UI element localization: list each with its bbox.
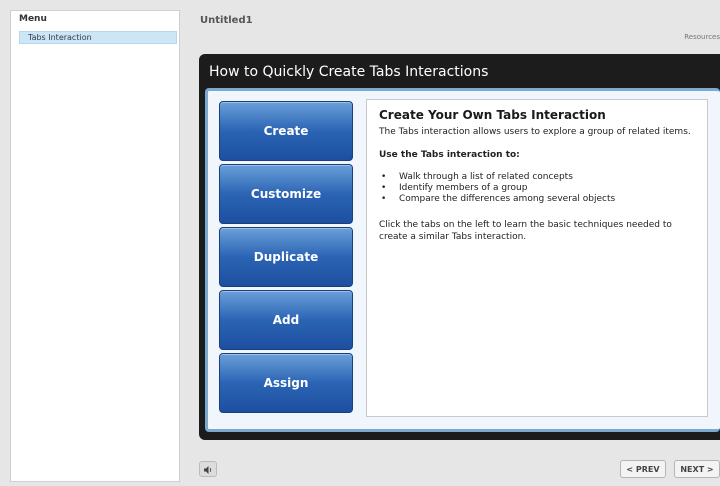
prev-button[interactable]: < PREV — [620, 460, 666, 478]
bullet-item: Walk through a list of related concepts — [379, 172, 695, 183]
tab-create[interactable]: Create — [219, 101, 353, 161]
content-subheading: Use the Tabs interaction to: — [379, 150, 520, 160]
course-title: Untitled1 — [200, 15, 253, 26]
speaker-icon — [203, 460, 213, 479]
tab-duplicate[interactable]: Duplicate — [219, 227, 353, 287]
resources-link[interactable]: Resources — [684, 33, 720, 41]
tab-assign[interactable]: Assign — [219, 353, 353, 413]
tab-customize[interactable]: Customize — [219, 164, 353, 224]
content-intro: The Tabs interaction allows users to exp… — [379, 127, 691, 137]
menu-header: Menu — [19, 14, 47, 24]
tab-add[interactable]: Add — [219, 290, 353, 350]
audio-button[interactable] — [199, 461, 217, 477]
slide-body: Create Customize Duplicate Add Assign Cr… — [205, 88, 720, 432]
content-footer: Click the tabs on the left to learn the … — [379, 220, 672, 242]
bullet-item: Compare the differences among several ob… — [379, 194, 695, 205]
content-heading: Create Your Own Tabs Interaction — [379, 108, 606, 122]
bullet-list: Walk through a list of related concepts … — [379, 172, 695, 205]
menu-sidebar: Menu Tabs Interaction — [10, 10, 180, 482]
next-button[interactable]: NEXT > — [674, 460, 720, 478]
bullet-item: Identify members of a group — [379, 183, 695, 194]
slide-title: How to Quickly Create Tabs Interactions — [209, 64, 489, 80]
tab-content-panel: Create Your Own Tabs Interaction The Tab… — [366, 99, 708, 417]
slide-container: How to Quickly Create Tabs Interactions … — [199, 54, 720, 440]
menu-item-tabs-interaction[interactable]: Tabs Interaction — [19, 31, 177, 44]
